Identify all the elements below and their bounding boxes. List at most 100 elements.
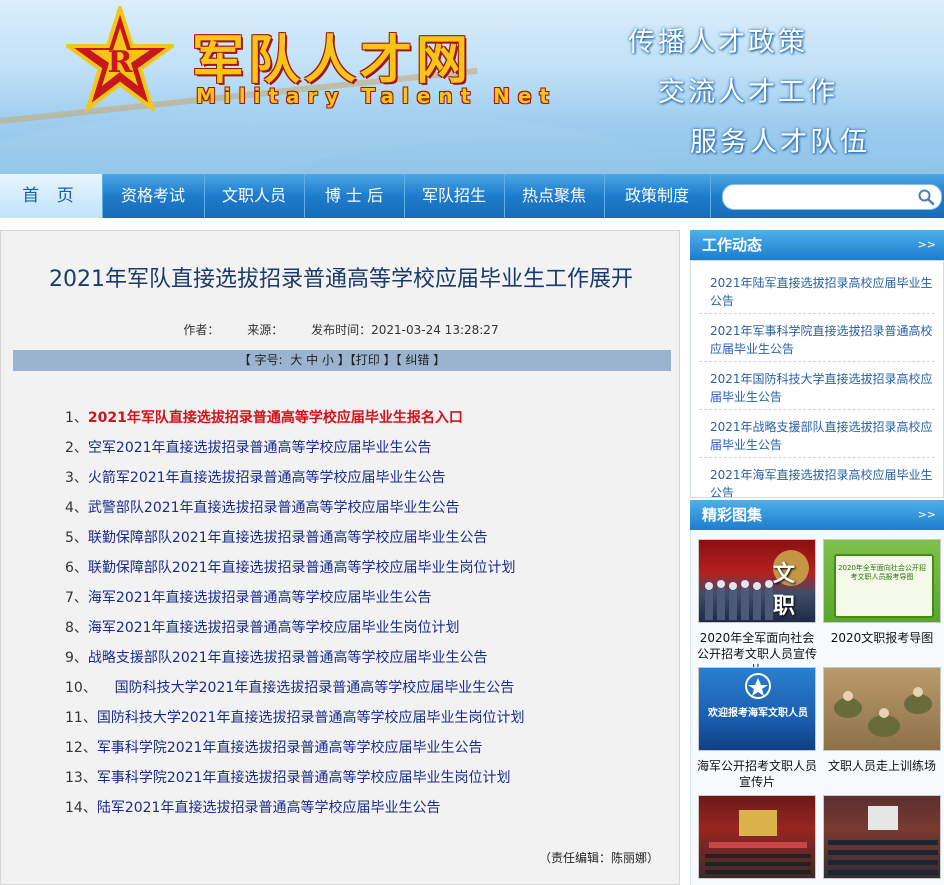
article-panel: 2021年军队直接选拔招录普通高等学校应届毕业生工作展开 作者： 来源： 发布时…	[0, 230, 680, 885]
slogan-3: 服务人才队伍	[690, 127, 870, 158]
list-item: 13、军事科学院2021年直接选拔招录普通高等学校应届毕业生岗位计划	[65, 763, 510, 793]
news-item[interactable]: 2021年战略支援部队直接选拔招录高校应届毕业生公告	[710, 418, 934, 454]
training-field-image	[834, 687, 932, 737]
nav-item-qualification-exam[interactable]: 资格考试	[102, 174, 205, 218]
toolbar-bracket: 【	[238, 353, 251, 367]
list-item-number: 2、	[65, 440, 88, 456]
source-label: 来源：	[247, 323, 284, 337]
list-item-link[interactable]: 战略支援部队2021年直接选拔招录普通高等学校应届毕业生公告	[88, 650, 488, 666]
news-section-header: 工作动态 >>	[690, 230, 944, 260]
font-size-small-button[interactable]: 小	[322, 353, 334, 367]
list-item: 14、陆军2021年直接选拔招录普通高等学校应届毕业生公告	[65, 793, 440, 823]
list-item-link[interactable]: 军事科学院2021年直接选拔招录普通高等学校应届毕业生公告	[97, 740, 483, 756]
site-name-english: Military Talent Net	[196, 84, 557, 108]
divider	[699, 361, 935, 362]
nav-item-civilian-staff[interactable]: 文职人员	[204, 174, 305, 218]
list-item-number: 6、	[65, 560, 88, 576]
slogan-2: 交流人才工作	[658, 77, 838, 108]
gallery-thumb-recruitment-video[interactable]: 文职	[698, 539, 816, 623]
search-input[interactable]	[733, 188, 917, 208]
list-item-number: 12、	[65, 740, 97, 756]
list-item-link[interactable]: 火箭军2021年直接选拔招录普通高等学校应届毕业生公告	[88, 470, 446, 486]
list-item-link[interactable]: 军事科学院2021年直接选拔招录普通高等学校应届毕业生岗位计划	[97, 770, 511, 786]
red-star-emblem-icon[interactable]: R	[66, 6, 174, 114]
site-name[interactable]: 军队人才网	[192, 18, 472, 93]
nav-item-home[interactable]: 首 页	[0, 174, 103, 218]
slogan-1: 传播人才政策	[628, 27, 808, 58]
gallery-section-title: 精彩图集	[702, 506, 763, 524]
responsible-editor: （责任编辑：陈丽娜）	[538, 851, 659, 865]
gallery-thumb-application-guide[interactable]: 2020年全军面向社会公开招考文职人员报考导图	[823, 539, 941, 623]
article-title: 2021年军队直接选拔招录普通高等学校应届毕业生工作展开	[49, 267, 633, 292]
list-item-number: 1、	[65, 410, 88, 426]
list-item: 2、空军2021年直接选拔招录普通高等学校应届毕业生公告	[65, 433, 432, 463]
list-item-number: 13、	[65, 770, 97, 786]
gallery-thumb-assembly[interactable]	[823, 795, 941, 879]
list-item: 3、火箭军2021年直接选拔招录普通高等学校应届毕业生公告	[65, 463, 446, 493]
news-more-link[interactable]: >>	[918, 230, 936, 260]
font-size-large-button[interactable]: 大	[290, 353, 302, 367]
gallery-thumb-training[interactable]	[823, 667, 941, 751]
list-item-number: 3、	[65, 470, 88, 486]
list-item: 8、海军2021年直接选拔招录普通高等学校应届毕业生岗位计划	[65, 613, 460, 643]
list-item-link[interactable]: 2021年军队直接选拔招录普通高等学校应届毕业生报名入口	[88, 410, 463, 426]
list-item-number: 8、	[65, 620, 88, 636]
list-item-link[interactable]: 武警部队2021年直接选拔招录普通高等学校应届毕业生公告	[88, 500, 460, 516]
toolbar-bracket: 】	[433, 353, 446, 367]
news-item[interactable]: 2021年国防科技大学直接选拔招录高校应届毕业生公告	[710, 370, 934, 406]
news-item[interactable]: 2021年海军直接选拔招录高校应届毕业生公告	[710, 466, 934, 497]
auditorium-image	[705, 810, 811, 874]
font-size-medium-button[interactable]: 中	[306, 353, 318, 367]
search-box	[722, 184, 942, 210]
news-list: 2021年陆军直接选拔招录高校应届毕业生公告 2021年军事科学院直接选拔招录普…	[690, 260, 944, 498]
list-item-number: 14、	[65, 800, 97, 816]
list-item-number: 4、	[65, 500, 88, 516]
font-size-label: 字号:	[254, 353, 283, 367]
gallery-more-link[interactable]: >>	[918, 500, 936, 530]
list-item: 12、军事科学院2021年直接选拔招录普通高等学校应届毕业生公告	[65, 733, 482, 763]
site-banner: R 军队人才网 Military Talent Net 传播人才政策 交流人才工…	[0, 0, 944, 174]
thumb-overlay-text: 2020年全军面向社会公开招考文职人员报考导图	[838, 564, 926, 581]
list-item-link[interactable]: 海军2021年直接选拔招录普通高等学校应届毕业生公告	[88, 590, 432, 606]
list-item-link[interactable]: 联勤保障部队2021年直接选拔招录普通高等学校应届毕业生公告	[88, 530, 488, 546]
gallery-thumb-navy-video[interactable]: 欢迎报考海军文职人员	[698, 667, 816, 751]
search-icon[interactable]	[917, 188, 935, 206]
nav-item-military-admission[interactable]: 军队招生	[404, 174, 505, 218]
gallery-caption[interactable]: 海军公开招考文职人员宣传片	[695, 758, 819, 790]
correction-button[interactable]: 】【 纠错	[384, 353, 430, 367]
list-item: 5、联勤保障部队2021年直接选拔招录普通高等学校应届毕业生公告	[65, 523, 488, 553]
list-item-number: 5、	[65, 530, 88, 546]
gallery-caption[interactable]: 文职人员走上训练场	[820, 758, 944, 774]
news-item[interactable]: 2021年陆军直接选拔招录高校应届毕业生公告	[710, 274, 934, 310]
print-button[interactable]: 】【打印	[338, 353, 380, 367]
assembly-hall-image	[828, 806, 938, 875]
news-item[interactable]: 2021年军事科学院直接选拔招录普通高校应届毕业生公告	[710, 322, 934, 358]
list-item-link[interactable]: 联勤保障部队2021年直接选拔招录普通高等学校应届毕业生岗位计划	[88, 560, 516, 576]
list-item-link[interactable]: 海军2021年直接选拔招录普通高等学校应届毕业生岗位计划	[88, 620, 460, 636]
nav-item-policy[interactable]: 政策制度	[604, 174, 711, 218]
divider	[699, 409, 935, 410]
gallery-thumb-conference[interactable]	[698, 795, 816, 879]
list-item-link[interactable]: 空军2021年直接选拔招录普通高等学校应届毕业生公告	[88, 440, 432, 456]
list-item-link[interactable]: 陆军2021年直接选拔招录普通高等学校应届毕业生公告	[97, 800, 441, 816]
list-item-number: 7、	[65, 590, 88, 606]
nav-item-hot-topics[interactable]: 热点聚焦	[504, 174, 605, 218]
thumb-overlay-text: 欢迎报考海军文职人员	[708, 708, 808, 719]
list-item: 6、联勤保障部队2021年直接选拔招录普通高等学校应届毕业生岗位计划	[65, 553, 516, 583]
nav-item-postdoc[interactable]: 博 士 后	[304, 174, 405, 218]
list-item-number: 11、	[65, 710, 97, 726]
thumb-overlay-text: 文职	[773, 561, 796, 619]
list-item: 9、战略支援部队2021年直接选拔招录普通高等学校应届毕业生公告	[65, 643, 488, 673]
author-label: 作者：	[183, 323, 220, 337]
list-item-link[interactable]: 国防科技大学2021年直接选拔招录普通高等学校应届毕业生公告	[115, 680, 515, 696]
svg-text:R: R	[108, 45, 134, 80]
article-meta: 作者： 来源： 发布时间：2021-03-24 13:28:27	[1, 321, 681, 338]
list-item: 1、2021年军队直接选拔招录普通高等学校应届毕业生报名入口	[65, 403, 463, 433]
gallery-section-header: 精彩图集 >>	[690, 500, 944, 530]
list-item-number: 10、	[65, 680, 97, 696]
list-item-number: 9、	[65, 650, 88, 666]
list-item: 4、武警部队2021年直接选拔招录普通高等学校应届毕业生公告	[65, 493, 460, 523]
news-section-title: 工作动态	[702, 236, 763, 254]
gallery-caption[interactable]: 2020文职报考导图	[820, 630, 944, 646]
list-item-link[interactable]: 国防科技大学2021年直接选拔招录普通高等学校应届毕业生岗位计划	[97, 710, 525, 726]
